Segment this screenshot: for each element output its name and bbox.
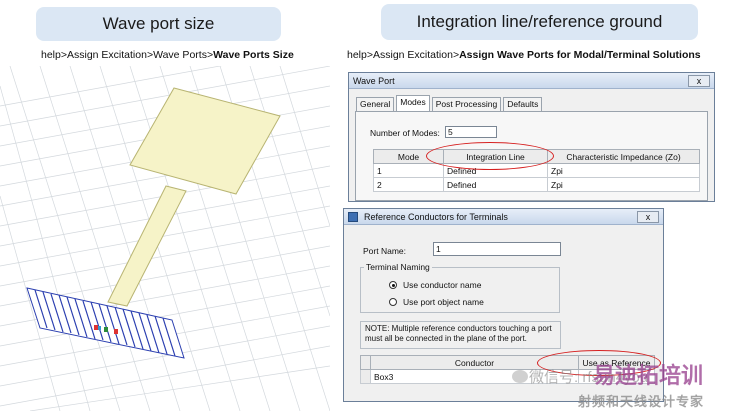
radio-use-conductor-name[interactable]: Use conductor name: [389, 280, 481, 290]
port-marker-red-2: [114, 329, 118, 334]
radio-selected-icon[interactable]: [389, 281, 397, 289]
close-icon[interactable]: x: [688, 75, 710, 87]
left-path-bold: Wave Ports Size: [213, 49, 294, 61]
col-impedance: Characteristic Impedance (Zo): [547, 149, 700, 164]
right-panel-title: Integration line/reference ground: [381, 4, 698, 40]
radio-label: Use conductor name: [403, 280, 482, 290]
tab-modes[interactable]: Modes: [396, 95, 430, 111]
radio-use-port-object-name[interactable]: Use port object name: [389, 297, 484, 307]
watermark-brand: 易迪拓培训: [593, 363, 704, 388]
antenna-3d-scene: [0, 66, 330, 411]
modes-input[interactable]: 5: [445, 126, 497, 138]
left-help-path: help>Assign Excitation>Wave Ports>Wave P…: [41, 49, 294, 61]
integration-line-highlight: [426, 142, 554, 170]
radio-label: Use port object name: [403, 297, 484, 307]
row-header: [360, 369, 371, 384]
port-marker-cyan: [98, 326, 101, 330]
watermark-subtitle: 射频和天线设计专家: [578, 394, 705, 409]
wave-port-title: Wave Port: [349, 73, 714, 89]
cell-mode: 1: [373, 163, 444, 178]
radio-unselected-icon[interactable]: [389, 298, 397, 306]
wave-port-dialog: Wave Port x General Modes Post Processin…: [348, 72, 715, 202]
cell-mode: 2: [373, 177, 444, 192]
tab-post-processing[interactable]: Post Processing: [431, 97, 502, 111]
cell-impedance[interactable]: Zpi: [547, 177, 700, 192]
left-panel-title: Wave port size: [36, 7, 281, 41]
port-marker-red: [94, 325, 98, 330]
note-text: NOTE: Multiple reference conductors touc…: [360, 321, 561, 349]
terminal-naming-legend: Terminal Naming: [364, 262, 432, 272]
cell-integration-line[interactable]: Defined: [443, 177, 548, 192]
cell-impedance[interactable]: Zpi: [547, 163, 700, 178]
wave-port-tabs: General Modes Post Processing Defaults: [356, 95, 544, 111]
close-icon[interactable]: x: [637, 211, 659, 223]
port-name-input[interactable]: 1: [433, 242, 561, 256]
left-path-prefix: help>Assign Excitation>Wave Ports>: [41, 49, 214, 61]
tab-defaults[interactable]: Defaults: [503, 97, 543, 111]
right-path-prefix: help>Assign Excitation>: [347, 49, 460, 61]
wechat-label: 微信号: [529, 369, 575, 386]
table-row[interactable]: 2 Defined Zpi: [373, 177, 700, 192]
right-help-path: help>Assign Excitation>Assign Wave Ports…: [347, 49, 701, 61]
app-icon: [348, 212, 358, 222]
right-path-bold: Assign Wave Ports for Modal/Terminal Sol…: [459, 49, 701, 61]
port-name-label: Port Name:: [363, 246, 406, 256]
port-marker-green: [104, 327, 108, 332]
row-header-corner: [360, 355, 371, 370]
reference-dialog-title: Reference Conductors for Terminals: [344, 209, 663, 225]
wave-port-stripes: [26, 287, 185, 359]
modes-label: Number of Modes:: [370, 128, 440, 138]
tab-general[interactable]: General: [356, 97, 395, 111]
